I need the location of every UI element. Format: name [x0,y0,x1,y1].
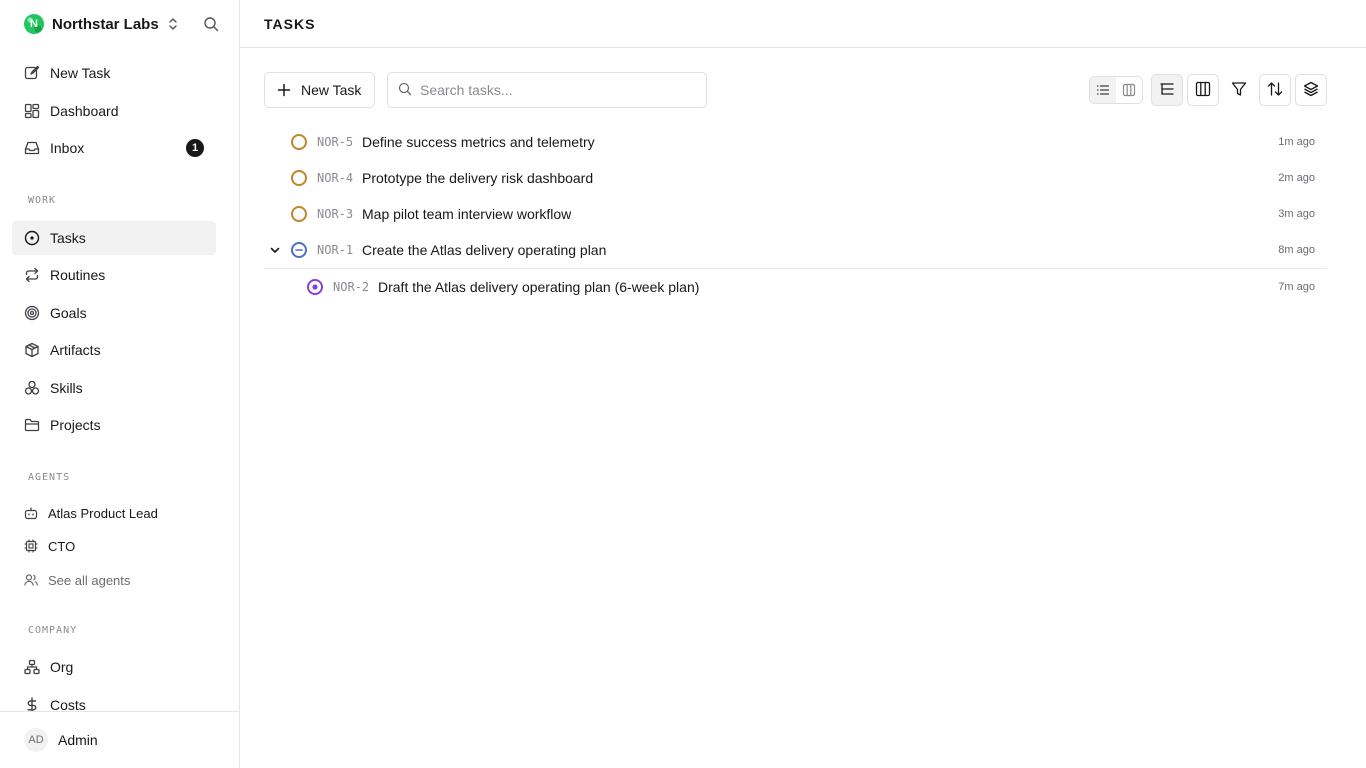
chevron-down-icon[interactable] [267,242,283,258]
sidebar-item-artifacts[interactable]: Artifacts [12,333,216,367]
avatar: AD [24,728,48,752]
sidebar-item-label: Goals [50,305,87,321]
see-all-agents-link[interactable]: See all agents [12,565,216,595]
agent-item-cto[interactable]: CTO [12,531,216,561]
network-icon [24,659,40,675]
sidebar-item-new-task[interactable]: New Task [12,56,216,90]
package-icon [24,342,40,358]
new-task-button[interactable]: New Task [264,72,375,108]
status-in-progress-icon[interactable] [307,279,323,295]
task-title: Create the Atlas delivery operating plan [362,242,607,258]
status-blocked-icon[interactable] [291,242,307,258]
see-all-agents-label: See all agents [48,572,131,588]
bot-icon [24,506,38,520]
sidebar-item-label: Tasks [50,230,86,246]
nested-view-button[interactable] [1151,74,1183,106]
sidebar-item-label: Org [50,659,74,675]
task-time: 7m ago [1278,281,1315,293]
user-menu[interactable]: AD Admin [0,711,239,768]
circle-dot-icon [24,230,40,246]
task-row[interactable]: NOR-3 Map pilot team interview workflow … [264,196,1327,232]
section-label-work: WORK [28,195,57,206]
section-label-agents: AGENTS [28,472,71,483]
sidebar-item-inbox[interactable]: Inbox 1 [12,131,216,165]
task-time: 2m ago [1278,172,1315,184]
sidebar-item-label: Dashboard [50,103,119,119]
task-title: Prototype the delivery risk dashboard [362,170,594,186]
search-icon [398,82,412,99]
sidebar-item-label: Skills [50,380,83,396]
sidebar-item-routines[interactable]: Routines [12,258,216,292]
status-todo-icon[interactable] [291,206,307,222]
columns-button[interactable] [1187,74,1219,106]
workspace-logo: N [24,14,44,34]
filter-button[interactable] [1223,74,1255,106]
agent-item-label: CTO [48,538,76,554]
view-mode-toggle [1089,76,1143,104]
sidebar-item-label: New Task [50,65,111,81]
task-title: Define success metrics and telemetry [362,134,595,150]
cpu-icon [24,539,38,553]
new-task-button-label: New Task [301,82,362,98]
status-todo-icon[interactable] [291,134,307,150]
sidebar-item-label: Inbox [50,140,85,156]
workspace-switcher[interactable]: N Northstar Labs [24,13,179,35]
target-icon [24,305,40,321]
task-id: NOR-2 [333,280,370,294]
search-tasks-input[interactable] [420,82,700,98]
task-id: NOR-3 [317,207,354,221]
list-view-icon[interactable] [1090,77,1116,103]
users-icon [24,573,38,587]
list-tree-icon [1159,81,1175,100]
layout-dashboard-icon [24,103,40,119]
sidebar-item-label: Projects [50,417,101,433]
sort-button[interactable] [1259,74,1291,106]
search-icon[interactable] [200,13,222,35]
sidebar-item-dashboard[interactable]: Dashboard [12,94,216,128]
task-title: Map pilot team interview workflow [362,206,572,222]
task-time: 8m ago [1278,244,1315,256]
sidebar-item-skills[interactable]: Skills [12,371,216,405]
subtask-row[interactable]: NOR-2 Draft the Atlas delivery operating… [264,269,1327,305]
agent-item-atlas-product-lead[interactable]: Atlas Product Lead [12,498,216,528]
sidebar-item-label: Routines [50,267,106,283]
search-tasks-field[interactable] [387,72,707,108]
task-title: Draft the Atlas delivery operating plan … [378,279,700,295]
task-row[interactable]: NOR-4 Prototype the delivery risk dashbo… [264,160,1327,196]
board-view-icon[interactable] [1116,77,1142,103]
page-header: TASKS [240,0,1366,48]
page-title: TASKS [264,15,316,32]
workspace-name: Northstar Labs [52,15,159,33]
sidebar-item-goals[interactable]: Goals [12,296,216,330]
task-time: 3m ago [1278,208,1315,220]
sidebar-item-label: Artifacts [50,342,101,358]
inbox-count-badge: 1 [186,139,204,157]
plus-icon [277,83,291,97]
user-name: Admin [58,732,98,748]
task-row[interactable]: NOR-1 Create the Atlas delivery operatin… [264,232,1327,268]
status-todo-icon[interactable] [291,170,307,186]
inbox-icon [24,140,40,156]
boxes-icon [24,380,40,396]
edit-icon [24,65,40,81]
agent-item-label: Atlas Product Lead [48,505,158,521]
sidebar-item-projects[interactable]: Projects [12,408,216,442]
section-label-company: COMPANY [28,625,78,636]
task-id: NOR-5 [317,135,354,149]
sidebar: N Northstar Labs New Task Dashboard Inbo… [0,0,240,768]
task-time: 1m ago [1278,136,1315,148]
task-id: NOR-4 [317,171,354,185]
sort-icon [1267,81,1283,100]
filter-icon [1231,81,1247,100]
columns-icon [1195,81,1211,100]
sidebar-item-org[interactable]: Org [12,650,216,684]
layers-icon [1303,81,1319,100]
task-id: NOR-1 [317,243,354,257]
task-row[interactable]: NOR-5 Define success metrics and telemet… [264,124,1327,160]
folder-icon [24,417,40,433]
chevrons-up-down-icon [167,16,179,32]
repeat-icon [24,267,40,283]
sidebar-item-tasks[interactable]: Tasks [12,221,216,255]
group-by-button[interactable] [1295,74,1327,106]
